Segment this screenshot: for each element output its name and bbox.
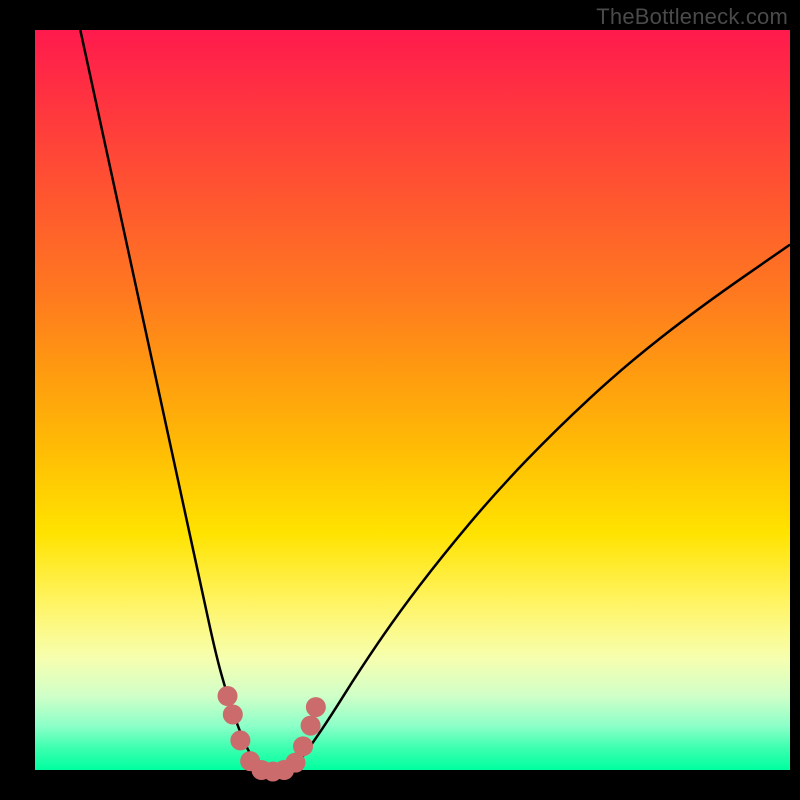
markers-group bbox=[218, 686, 326, 781]
curves-group bbox=[80, 30, 790, 772]
chart-frame: TheBottleneck.com bbox=[0, 0, 800, 800]
marker-dot bbox=[230, 730, 250, 750]
right-curve-path bbox=[292, 245, 790, 770]
left-curve-path bbox=[80, 30, 261, 770]
chart-overlay bbox=[0, 0, 800, 800]
marker-dot bbox=[223, 705, 243, 725]
marker-dot bbox=[218, 686, 238, 706]
marker-dot bbox=[306, 697, 326, 717]
marker-dot bbox=[293, 736, 313, 756]
marker-dot bbox=[301, 716, 321, 736]
